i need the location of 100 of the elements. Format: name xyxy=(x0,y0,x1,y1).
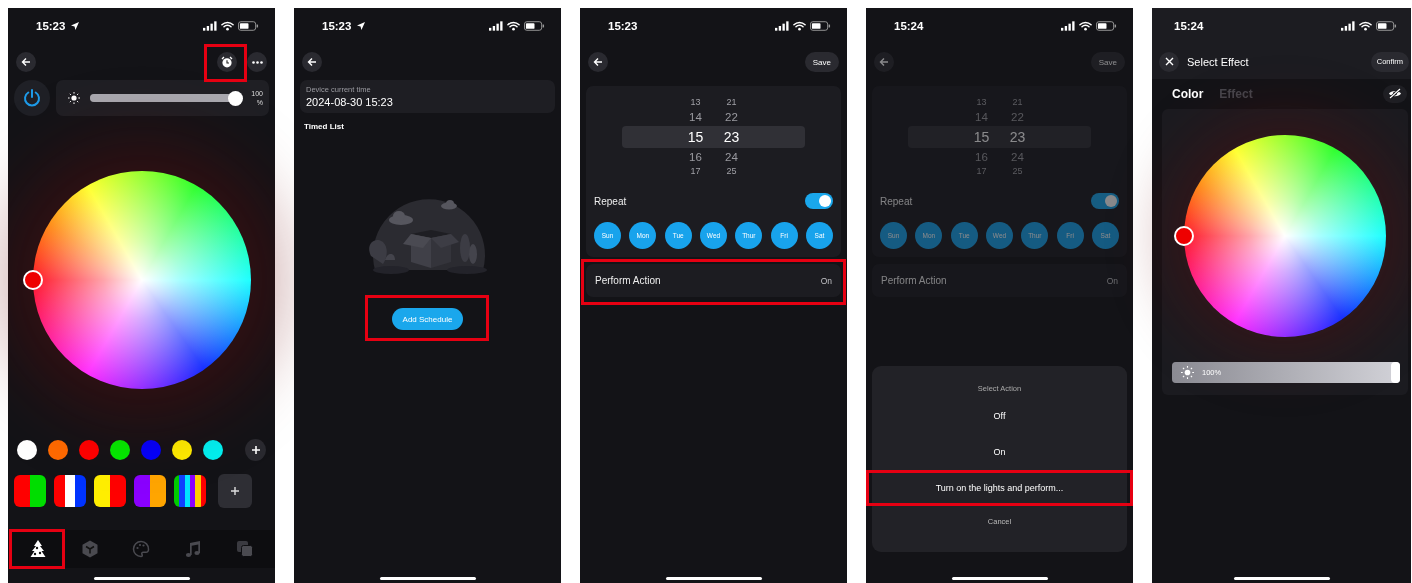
add-preset-button[interactable] xyxy=(218,474,252,508)
battery-icon xyxy=(1376,21,1397,31)
repeat-toggle[interactable] xyxy=(805,193,833,209)
hour-option[interactable]: 17 xyxy=(976,166,987,177)
action-option[interactable]: Off xyxy=(872,398,1127,434)
visibility-button[interactable] xyxy=(1383,84,1407,103)
screen-title: Select Effect xyxy=(1187,55,1249,68)
signal-icon xyxy=(1061,21,1075,31)
close-button[interactable] xyxy=(1159,51,1179,72)
hour-option[interactable]: 14 xyxy=(975,108,988,126)
perform-action-value: On xyxy=(820,275,832,286)
plus-icon xyxy=(250,445,261,455)
color-swatch[interactable] xyxy=(48,440,68,460)
gradient-preset[interactable] xyxy=(14,475,46,507)
color-picker-handle[interactable] xyxy=(22,270,43,290)
selected-hour[interactable]: 15 xyxy=(973,126,990,148)
signal-icon xyxy=(775,21,789,31)
minute-option[interactable]: 24 xyxy=(725,148,738,166)
selected-minute[interactable]: 23 xyxy=(723,126,740,148)
color-swatch[interactable] xyxy=(17,440,37,460)
battery-icon xyxy=(1096,21,1117,31)
copy-icon xyxy=(235,539,256,559)
color-swatch[interactable] xyxy=(172,440,192,460)
signal-icon xyxy=(489,21,503,31)
repeat-toggle[interactable] xyxy=(1091,193,1119,209)
hour-option[interactable]: 13 xyxy=(690,97,701,108)
selected-minute[interactable]: 23 xyxy=(1009,126,1026,148)
palette-icon xyxy=(131,539,152,559)
battery-icon xyxy=(810,21,831,31)
wifi-icon xyxy=(1079,21,1092,31)
perform-action-row[interactable]: Perform Action On xyxy=(586,264,841,297)
alarm-clock-icon xyxy=(221,56,233,68)
repeat-label: Repeat xyxy=(594,195,627,207)
minute-option[interactable]: 21 xyxy=(1012,97,1023,108)
save-button[interactable]: Save xyxy=(1090,52,1125,72)
minute-option[interactable]: 22 xyxy=(1011,108,1024,126)
minute-option[interactable]: 25 xyxy=(1012,166,1023,177)
minute-option[interactable]: 21 xyxy=(726,97,737,108)
close-icon xyxy=(1164,57,1174,66)
status-time: 15:23 xyxy=(36,20,66,32)
list-title: Timed List xyxy=(303,122,345,131)
action-option[interactable]: Turn on the lights and perform... xyxy=(872,470,1127,506)
color-swatch[interactable] xyxy=(203,440,223,460)
save-button[interactable]: Save xyxy=(804,52,839,72)
color-swatch[interactable] xyxy=(110,440,130,460)
battery-icon xyxy=(238,21,259,31)
gradient-preset[interactable] xyxy=(94,475,126,507)
more-icon xyxy=(251,60,263,64)
add-schedule-button[interactable]: Add Schedule xyxy=(391,308,464,330)
minute-option[interactable]: 22 xyxy=(725,108,738,126)
brightness-slider[interactable] xyxy=(90,90,242,106)
more-button[interactable] xyxy=(247,52,267,72)
sun-icon xyxy=(1181,366,1194,379)
plus-icon xyxy=(230,486,240,496)
status-time: 15:23 xyxy=(608,20,638,32)
device-time: 2024-08-30 15:23 xyxy=(306,96,394,108)
color-picker-handle[interactable] xyxy=(1174,226,1194,246)
slider-thumb[interactable] xyxy=(228,90,244,106)
minute-option[interactable]: 25 xyxy=(726,166,737,177)
perform-action-value: On xyxy=(1106,275,1118,286)
sun-icon xyxy=(68,92,80,104)
wifi-icon xyxy=(793,21,806,31)
selected-hour[interactable]: 15 xyxy=(687,126,704,148)
back-button[interactable] xyxy=(302,52,322,72)
back-arrow-icon xyxy=(879,57,889,67)
color-swatch[interactable] xyxy=(141,440,161,460)
minute-option[interactable]: 24 xyxy=(1011,148,1024,166)
action-option[interactable]: On xyxy=(872,434,1127,470)
gradient-preset[interactable] xyxy=(174,475,206,507)
status-time: 15:24 xyxy=(1174,20,1204,32)
power-button[interactable] xyxy=(14,80,50,116)
gradient-preset[interactable] xyxy=(54,475,86,507)
gradient-preset[interactable] xyxy=(134,475,166,507)
back-button[interactable] xyxy=(16,52,36,72)
back-arrow-icon xyxy=(21,57,31,67)
wifi-icon xyxy=(1359,21,1372,31)
signal-icon xyxy=(203,21,217,31)
color-swatch[interactable] xyxy=(79,440,99,460)
hour-option[interactable]: 16 xyxy=(975,148,988,166)
hour-option[interactable]: 16 xyxy=(689,148,702,166)
perform-action-row[interactable]: Perform Action On xyxy=(872,264,1127,297)
tab[interactable]: Color xyxy=(1172,86,1204,101)
add-color-button[interactable] xyxy=(245,439,266,461)
alarm-button[interactable] xyxy=(217,52,237,72)
signal-icon xyxy=(1341,21,1355,31)
power-icon xyxy=(22,88,42,108)
back-button[interactable] xyxy=(588,52,608,72)
back-arrow-icon xyxy=(307,57,317,67)
repeat-label: Repeat xyxy=(880,195,913,207)
status-time: 15:24 xyxy=(894,20,924,32)
hour-option[interactable]: 13 xyxy=(976,97,987,108)
back-arrow-icon xyxy=(593,57,603,67)
wifi-icon xyxy=(507,21,520,31)
slider-thumb[interactable] xyxy=(1391,362,1400,383)
hour-option[interactable]: 17 xyxy=(690,166,701,177)
eye-off-icon xyxy=(1388,88,1402,99)
hour-option[interactable]: 14 xyxy=(689,108,702,126)
battery-icon xyxy=(524,21,545,31)
perform-action-label: Perform Action xyxy=(881,275,947,286)
perform-action-label: Perform Action xyxy=(595,275,661,286)
